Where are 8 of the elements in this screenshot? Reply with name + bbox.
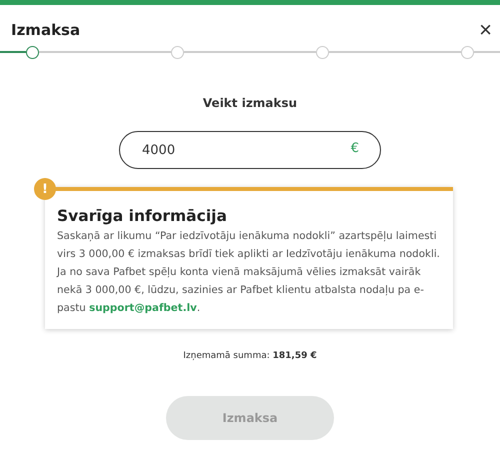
notice-text: Saskaņā ar likumu “Par iedzīvotāju ienākuma nodokli” azartspēļu laimesti virs 3 000,00 € izmaksas brīdī tiek aplikti ar Iedzīvotāju ienākuma nodokli. Ja no sava Pafbet spēļu konta vienā maksājumā vēlies izmaksāt vairāk nekā 3 000,00 €, lūdzu, sazinies ar Pafbet klientu atbalsta nodaļu pa e-pastu support@pafbet.lv.	[57, 229, 441, 316]
dialog-title: Izmaksa	[11, 21, 80, 39]
section-heading: Veikt izmaksu	[202, 96, 298, 110]
notice-title: Svarīga informācija	[57, 207, 228, 225]
close-button[interactable]: ×	[479, 19, 492, 41]
withdrawable-amount: Izņemamā summa: 181,59 €	[182, 351, 318, 361]
warning-icon: !	[34, 178, 56, 200]
currency-symbol: €	[350, 141, 359, 156]
